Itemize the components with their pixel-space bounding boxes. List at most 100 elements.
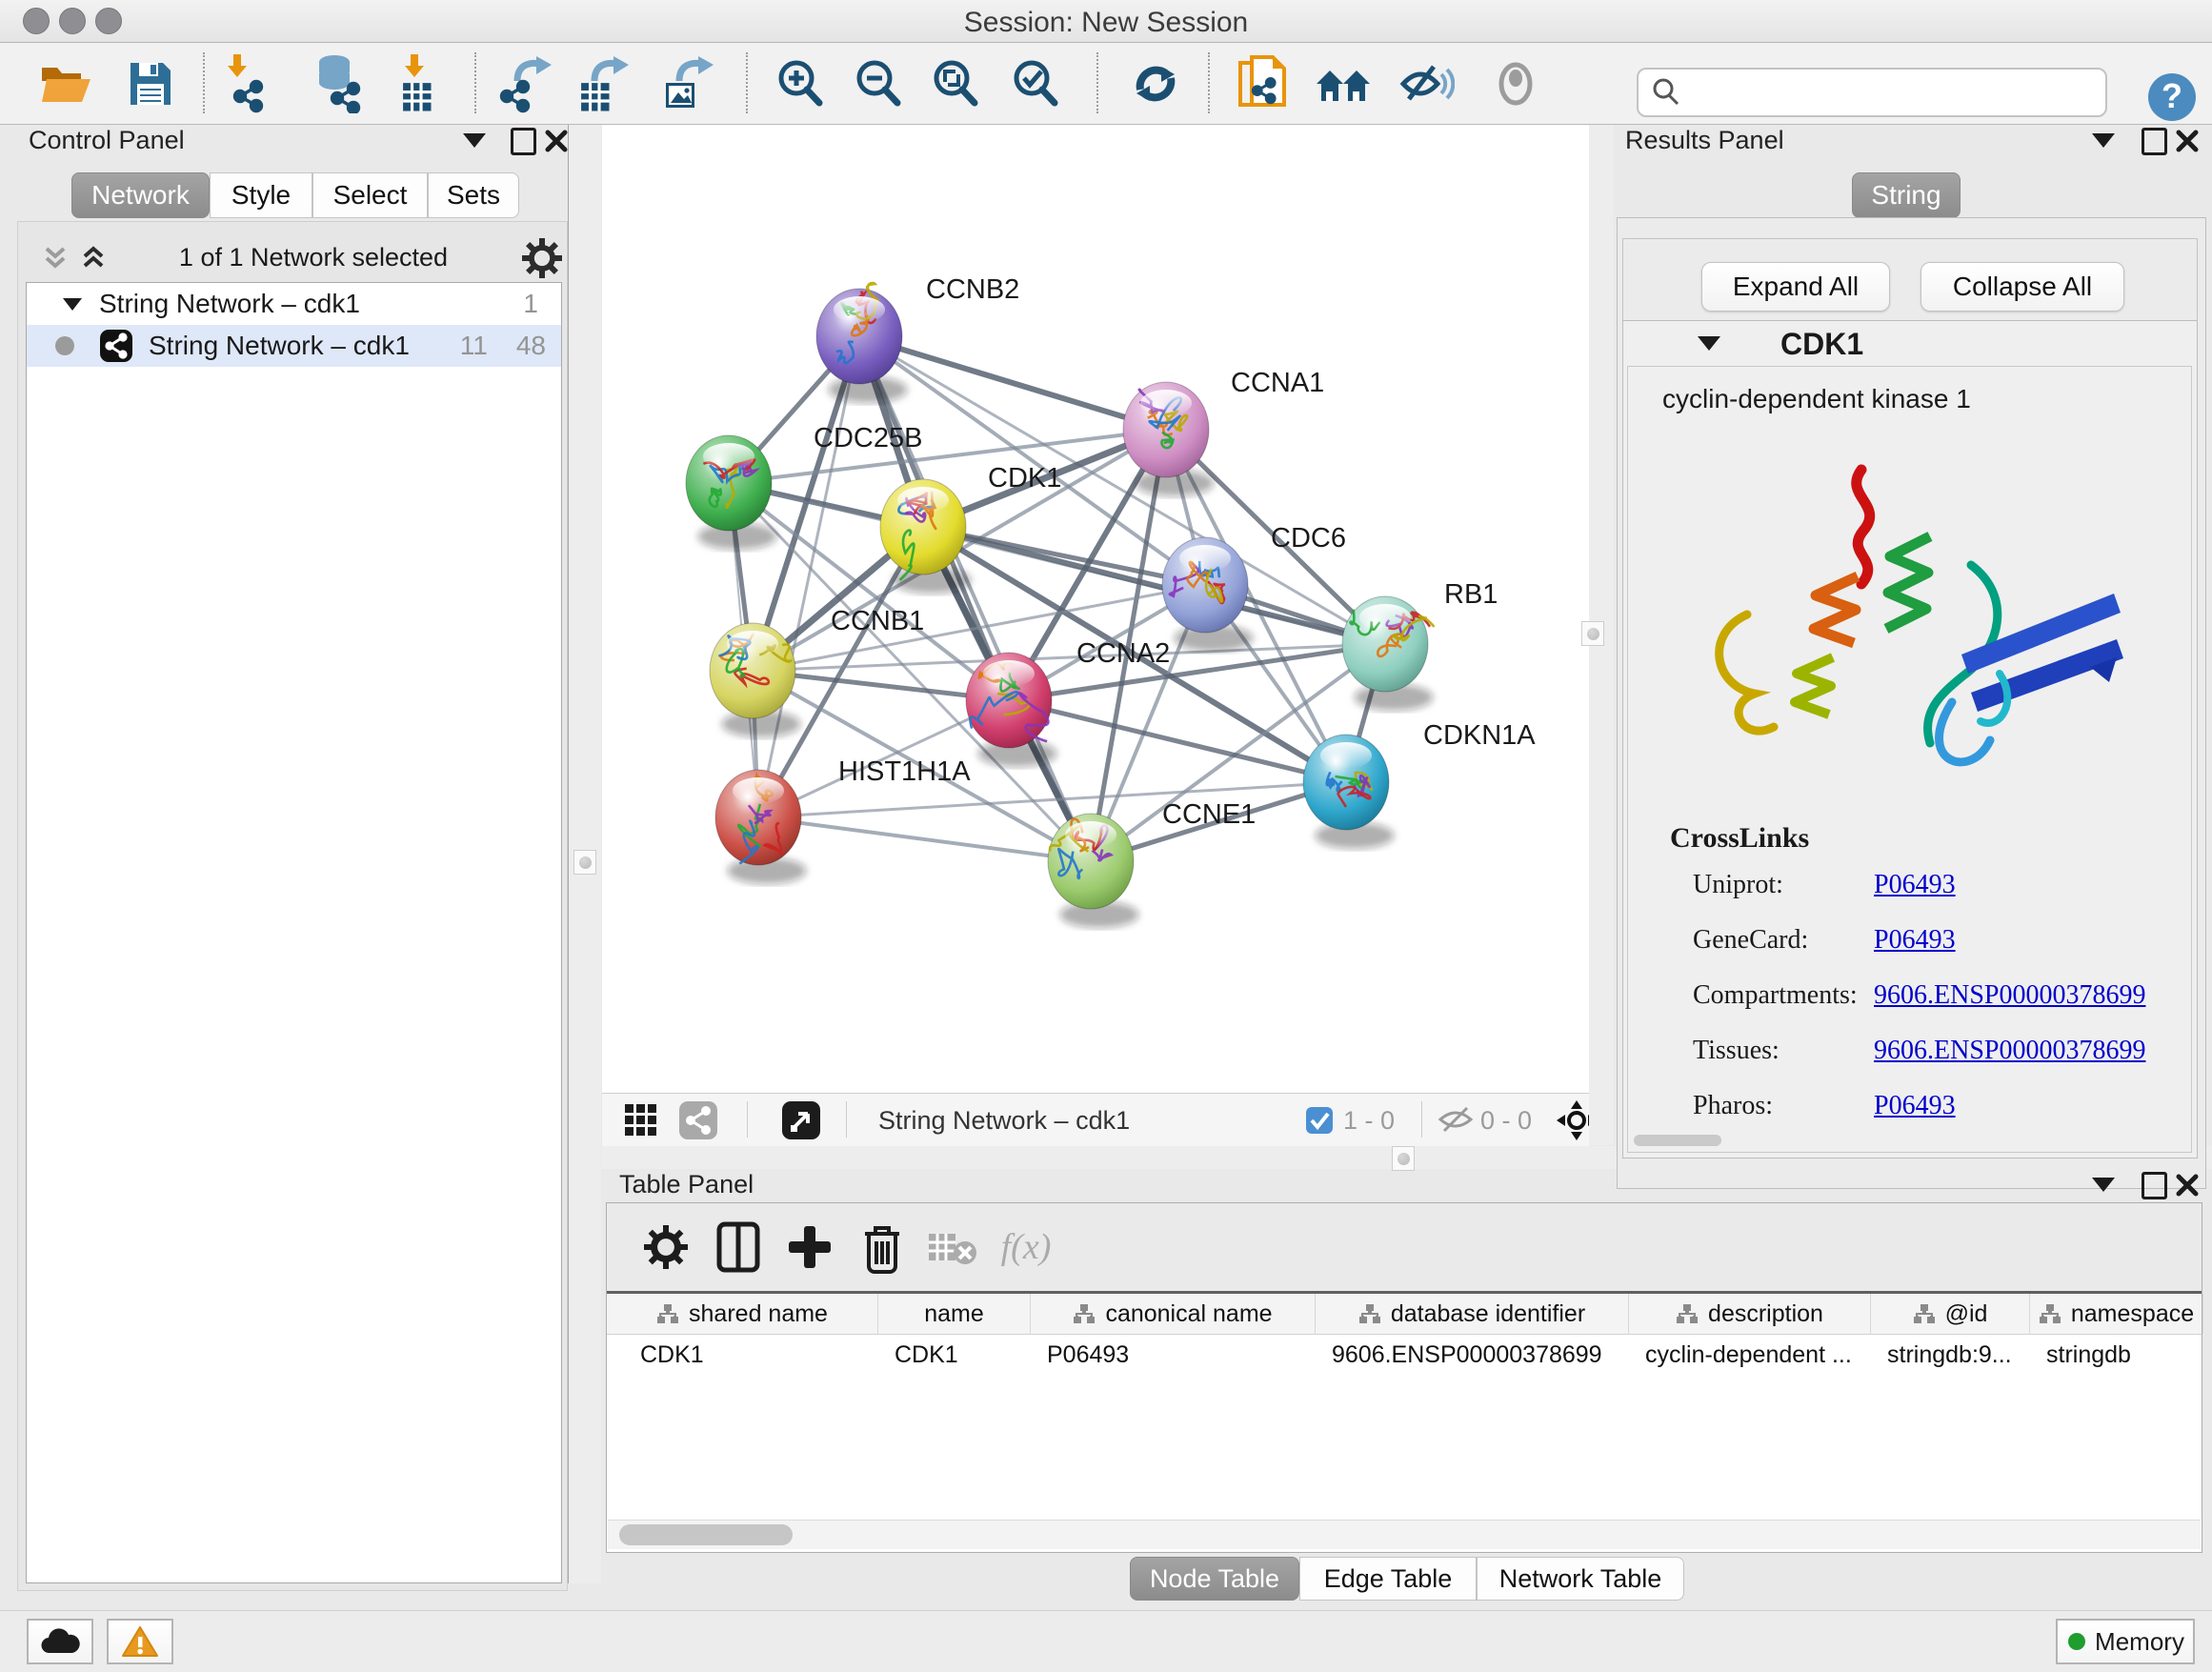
column-header-databaseidentifier[interactable]: database identifier (1316, 1294, 1629, 1334)
table-panel-title: Table Panel (619, 1170, 754, 1199)
refresh-button[interactable] (1126, 54, 1185, 113)
crosslink-link[interactable]: P06493 (1874, 925, 1956, 956)
save-button[interactable] (121, 54, 180, 113)
table-cell[interactable]: CDK1 (878, 1334, 1031, 1376)
hidden-eye-icon (1437, 1104, 1475, 1135)
tab-string[interactable]: String (1852, 172, 1961, 218)
table-row[interactable]: CDK1CDK1P064939606.ENSP00000378699cyclin… (607, 1334, 2202, 1376)
memory-button[interactable]: Memory (2056, 1619, 2195, 1664)
tab-node-table[interactable]: Node Table (1130, 1557, 1299, 1601)
tab-style[interactable]: Style (210, 172, 312, 218)
clone-network-button[interactable] (1233, 54, 1292, 113)
tab-edge-table[interactable]: Edge Table (1299, 1557, 1477, 1601)
control-panel-collapse-icon[interactable] (463, 133, 486, 148)
birdseye-view-icon[interactable] (781, 1100, 821, 1140)
column-label: namespace (2071, 1300, 2194, 1328)
gear-button[interactable] (635, 1217, 696, 1278)
left-splitter-knob[interactable] (573, 850, 596, 875)
collapse-all-button[interactable]: Collapse All (1920, 262, 2124, 312)
network-graph-svg[interactable]: CCNB2CCNA1CDC25BCDK1CDC6RB1CCNB1CCNA2CDK… (602, 125, 1589, 1093)
table-cell[interactable]: 9606.ENSP00000378699 (1316, 1334, 1629, 1376)
grid-view-icon[interactable] (623, 1102, 659, 1138)
results-panel-collapse-icon[interactable] (2092, 133, 2115, 148)
help-button[interactable]: ? (2146, 71, 2198, 128)
control-panel-close-icon[interactable] (545, 130, 568, 152)
table-cell[interactable]: cyclin-dependent ... (1629, 1334, 1871, 1376)
tab-network[interactable]: Network (71, 172, 210, 218)
table-cell[interactable]: P06493 (1031, 1334, 1316, 1376)
zoom-out-button[interactable] (849, 54, 908, 113)
column-header-namespace[interactable]: namespace (2030, 1294, 2203, 1334)
collapse-all-networks-icon[interactable] (39, 245, 71, 273)
column-header-name[interactable]: name (878, 1294, 1031, 1334)
import-network-button[interactable] (217, 54, 276, 113)
graph-node-CDC6 (1162, 537, 1253, 652)
column-header-canonicalname[interactable]: canonical name (1031, 1294, 1316, 1334)
control-panel-float-icon[interactable] (511, 128, 536, 155)
svg-text:CCNA2: CCNA2 (1076, 638, 1170, 669)
network-options-gear-icon[interactable] (521, 237, 563, 279)
table-panel-float-icon[interactable] (2142, 1172, 2167, 1199)
column-header-description[interactable]: description (1629, 1294, 1871, 1334)
crosslink-link[interactable]: P06493 (1874, 870, 1956, 900)
table-panel-collapse-icon[interactable] (2092, 1178, 2115, 1192)
crosslink-link[interactable]: P06493 (1874, 1091, 1956, 1121)
open-folder-button[interactable] (37, 54, 96, 113)
columns-button[interactable] (708, 1217, 769, 1278)
results-hscroll-thumb[interactable] (1634, 1135, 1721, 1146)
selected-checkbox-icon[interactable] (1305, 1106, 1334, 1135)
home-button[interactable] (1315, 54, 1374, 113)
table-hscroll-thumb[interactable] (619, 1524, 793, 1545)
zoom-selected-button[interactable] (1006, 54, 1065, 113)
tab-select[interactable]: Select (312, 172, 428, 218)
show-all-button[interactable] (1486, 54, 1545, 113)
results-panel-float-icon[interactable] (2142, 128, 2167, 155)
import-table-button[interactable] (387, 54, 446, 113)
zoom-in-icon (774, 57, 827, 111)
export-table-icon (575, 54, 631, 113)
crosslink-label: Pharos: (1693, 1091, 1874, 1121)
table-hscrollbar[interactable] (608, 1520, 2201, 1549)
expand-all-networks-icon[interactable] (77, 245, 110, 273)
export-image-button[interactable] (658, 54, 717, 113)
zoom-fit-button[interactable] (926, 54, 985, 113)
table-cell[interactable]: stringdb:9... (1871, 1334, 2030, 1376)
tab-sets[interactable]: Sets (428, 172, 519, 218)
zoom-out-icon (852, 57, 905, 111)
shared-column-icon (2039, 1303, 2061, 1324)
import-database-button[interactable] (309, 54, 368, 113)
collection-expand-icon[interactable] (63, 296, 82, 312)
tab-network-table[interactable]: Network Table (1477, 1557, 1684, 1601)
search-input[interactable] (1637, 68, 2107, 117)
warning-button[interactable] (107, 1619, 173, 1664)
export-network-button[interactable] (496, 54, 555, 113)
delete-column-button[interactable] (852, 1217, 913, 1278)
table-panel-close-icon[interactable] (2176, 1174, 2199, 1197)
crosslink-link[interactable]: 9606.ENSP00000378699 (1874, 1036, 2145, 1066)
crosslink-label: Tissues: (1693, 1036, 1874, 1066)
crosslink-link[interactable]: 9606.ENSP00000378699 (1874, 980, 2145, 1011)
zoom-in-button[interactable] (771, 54, 830, 113)
column-header-sharedname[interactable]: shared name (607, 1294, 878, 1334)
cloud-button[interactable] (27, 1619, 93, 1664)
table-cell[interactable]: stringdb (2030, 1334, 2203, 1376)
horizontal-splitter-knob[interactable] (1392, 1146, 1415, 1171)
collection-count: 1 (523, 289, 538, 319)
crosslink-label: Compartments: (1693, 980, 1874, 1011)
delete-column-icon (861, 1220, 903, 1274)
graph-node-CDKN1A (1303, 735, 1394, 849)
hide-selected-button[interactable] (1398, 54, 1457, 113)
network-canvas[interactable]: CCNB2CCNA1CDC25BCDK1CDC6RB1CCNB1CCNA2CDK… (602, 125, 1589, 1093)
column-header-id[interactable]: @id (1871, 1294, 2030, 1334)
network-collection-row[interactable]: String Network – cdk1 1 (27, 283, 561, 325)
network-row[interactable]: String Network – cdk1 11 48 (27, 325, 561, 367)
results-panel-close-icon[interactable] (2176, 130, 2199, 152)
add-column-button[interactable] (779, 1217, 840, 1278)
right-splitter-knob[interactable] (1581, 621, 1604, 646)
network-view-icon[interactable] (678, 1100, 718, 1140)
protein-collapse-icon[interactable] (1698, 336, 1720, 351)
table-cell[interactable]: CDK1 (607, 1334, 878, 1376)
hidden-node-edge-counts: 0 - 0 (1480, 1106, 1532, 1136)
export-table-button[interactable] (573, 54, 633, 113)
expand-all-button[interactable]: Expand All (1701, 262, 1890, 312)
